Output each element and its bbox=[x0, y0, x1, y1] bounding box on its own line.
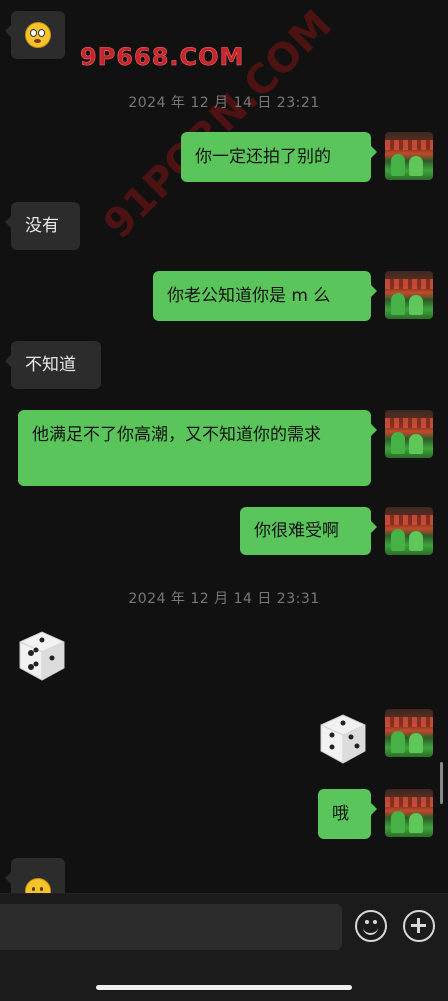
message-text: 他满足不了你高潮，又不知道你的需求 bbox=[32, 425, 321, 445]
chat-area[interactable]: 9P668.COM 91PORN.COM 2024 年 12 月 14 日 23… bbox=[0, 0, 448, 893]
incoming-emoji-message[interactable] bbox=[5, 858, 65, 893]
outgoing-message[interactable]: 你很难受啊 bbox=[240, 507, 377, 555]
avatar[interactable] bbox=[385, 709, 433, 757]
message-text: 你很难受啊 bbox=[254, 521, 339, 541]
timestamp: 2024 年 12 月 14 日 23:31 bbox=[128, 591, 320, 607]
outgoing-message[interactable]: 你老公知道你是 m 么 bbox=[153, 271, 377, 321]
dice-icon[interactable] bbox=[313, 711, 369, 767]
outgoing-message[interactable]: 你一定还拍了别的 bbox=[181, 132, 377, 182]
timestamp: 2024 年 12 月 14 日 23:21 bbox=[128, 95, 320, 111]
incoming-emoji-message[interactable] bbox=[5, 11, 65, 59]
diagonal-watermark: 91PORN.COM bbox=[95, 1, 341, 248]
emoji-button[interactable] bbox=[355, 910, 387, 942]
message-text: 你一定还拍了别的 bbox=[195, 147, 331, 167]
message-text: 不知道 bbox=[25, 355, 76, 375]
avatar[interactable] bbox=[385, 271, 433, 319]
outgoing-message[interactable]: 哦 bbox=[318, 789, 377, 839]
thinking-face-icon bbox=[25, 878, 51, 893]
message-input[interactable] bbox=[0, 904, 342, 950]
message-text: 哦 bbox=[332, 804, 349, 824]
message-text: 你老公知道你是 m 么 bbox=[167, 286, 331, 306]
flushed-face-icon bbox=[25, 22, 51, 48]
avatar[interactable] bbox=[385, 789, 433, 837]
watermark: 9P668.COM bbox=[80, 43, 245, 72]
avatar[interactable] bbox=[385, 507, 433, 555]
home-indicator[interactable] bbox=[96, 985, 352, 990]
add-attachment-button[interactable] bbox=[403, 910, 435, 942]
incoming-message[interactable]: 不知道 bbox=[5, 341, 101, 389]
dice-icon[interactable] bbox=[12, 628, 68, 684]
incoming-message[interactable]: 没有 bbox=[5, 202, 80, 250]
message-text: 没有 bbox=[25, 216, 59, 236]
scrollbar[interactable] bbox=[440, 762, 443, 804]
avatar[interactable] bbox=[385, 410, 433, 458]
avatar[interactable] bbox=[385, 132, 433, 180]
outgoing-message[interactable]: 他满足不了你高潮，又不知道你的需求 bbox=[18, 410, 377, 486]
